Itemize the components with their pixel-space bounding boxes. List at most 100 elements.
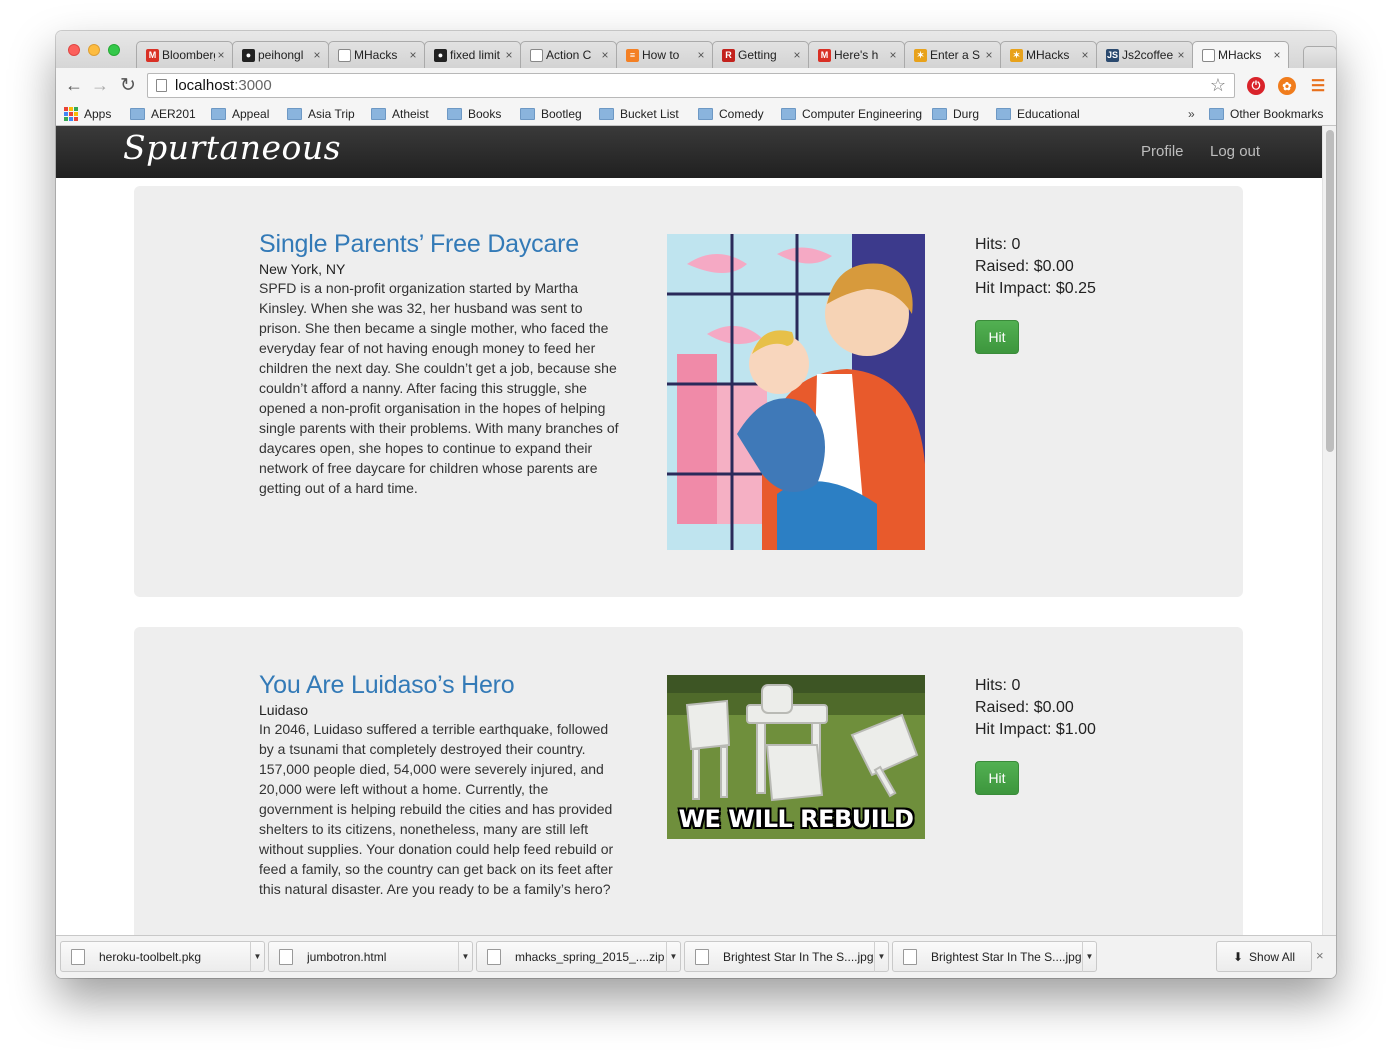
hits-count: Hits: 0: [975, 236, 1021, 253]
back-arrow-icon[interactable]: ←: [63, 74, 85, 96]
bookmark-comedy[interactable]: Comedy: [698, 107, 764, 121]
browser-tab[interactable]: Action C ×: [520, 41, 617, 68]
close-tab-icon[interactable]: ×: [503, 48, 515, 62]
scrollbar-thumb[interactable]: [1326, 130, 1334, 452]
close-tab-icon[interactable]: ×: [215, 48, 227, 62]
raised-amount: Raised: $0.00: [975, 258, 1074, 275]
zoom-window-button[interactable]: [108, 44, 120, 56]
close-tab-icon[interactable]: ×: [983, 48, 995, 62]
page-icon: [1202, 48, 1215, 62]
tab-title: Enter a S: [930, 48, 981, 62]
bookmark-appeal[interactable]: Appeal: [211, 107, 269, 121]
campaign-title[interactable]: Single Parents’ Free Daycare: [259, 230, 579, 259]
campaign-image: WE WILL REBUILD: [667, 675, 925, 839]
tab-title: Here's h: [834, 48, 879, 62]
bookmark-books[interactable]: Books: [447, 107, 501, 121]
bookmark-atheist[interactable]: Atheist: [371, 107, 429, 121]
browser-tab[interactable]: ● peihongl ×: [232, 41, 329, 68]
gmail-icon: M: [818, 48, 831, 62]
tab-title: How to: [642, 48, 680, 62]
bookmark-educational[interactable]: Educational: [996, 107, 1080, 121]
folder-icon: [1209, 108, 1224, 120]
folder-icon: [447, 108, 462, 120]
download-menu-chevron-icon[interactable]: ▼: [666, 941, 680, 972]
bookmark-star-icon[interactable]: ☆: [1210, 75, 1226, 96]
browser-tab[interactable]: M Here's h ×: [808, 41, 905, 68]
bookmarks-bar: » Other Bookmarks Apps AER201 Appeal Asia T…: [56, 104, 1336, 126]
new-tab-button[interactable]: [1303, 46, 1336, 68]
bookmark-bootleg[interactable]: Bootleg: [520, 107, 582, 121]
close-tab-icon[interactable]: ×: [1271, 48, 1283, 62]
close-window-button[interactable]: [68, 44, 80, 56]
rails-icon: R: [722, 48, 735, 62]
bookmark-asia-trip[interactable]: Asia Trip: [287, 107, 355, 121]
tab-title: Bloomberg: [162, 48, 215, 62]
file-icon: [903, 948, 917, 965]
download-item[interactable]: Brightest Star In The S....jpg ▼: [892, 941, 1097, 972]
download-filename: mhacks_spring_2015_....zip: [515, 949, 665, 964]
hit-button[interactable]: Hit: [975, 320, 1019, 354]
browser-tab[interactable]: M Bloomberg ×: [136, 41, 233, 68]
bookmark-other-bookmarks[interactable]: Other Bookmarks: [1209, 107, 1323, 121]
bookmark-computer-engineering[interactable]: Computer Engineering: [781, 107, 934, 121]
bookmark-aer201[interactable]: AER201: [130, 107, 196, 121]
browser-tab[interactable]: ≡ How to ×: [616, 41, 713, 68]
download-item[interactable]: jumbotron.html ▼: [268, 941, 473, 972]
folder-icon: [130, 108, 145, 120]
bookmark-apps[interactable]: Apps: [64, 107, 111, 121]
profile-link[interactable]: Profile: [1141, 143, 1184, 160]
reload-icon[interactable]: ↻: [117, 74, 139, 96]
browser-tab[interactable]: ✶ Enter a S ×: [904, 41, 1001, 68]
download-menu-chevron-icon[interactable]: ▼: [1082, 941, 1096, 972]
bookmark-bucket-list[interactable]: Bucket List: [599, 107, 679, 121]
file-icon: [487, 948, 501, 965]
download-item[interactable]: heroku-toolbelt.pkg ▼: [60, 941, 265, 972]
folder-icon: [781, 108, 796, 120]
logout-link[interactable]: Log out: [1210, 143, 1260, 160]
campaign-title[interactable]: You Are Luidaso’s Hero: [259, 671, 515, 700]
js2coffee-icon: JS: [1106, 48, 1119, 62]
close-tab-icon[interactable]: ×: [791, 48, 803, 62]
minimize-window-button[interactable]: [88, 44, 100, 56]
close-tab-icon[interactable]: ×: [1175, 48, 1187, 62]
close-tab-icon[interactable]: ×: [887, 48, 899, 62]
adblock-extension-icon[interactable]: ⏻: [1247, 77, 1265, 95]
browser-tab[interactable]: MHacks ×: [1192, 41, 1289, 68]
bookmarks-overflow-icon[interactable]: »: [1188, 107, 1195, 121]
raised-amount: Raised: $0.00: [975, 699, 1074, 716]
close-tab-icon[interactable]: ×: [695, 48, 707, 62]
brand-logo[interactable]: Spurtaneous: [123, 128, 341, 167]
download-menu-chevron-icon[interactable]: ▼: [874, 941, 888, 972]
browser-tab[interactable]: MHacks ×: [328, 41, 425, 68]
close-tab-icon[interactable]: ×: [407, 48, 419, 62]
close-tab-icon[interactable]: ×: [599, 48, 611, 62]
download-filename: jumbotron.html: [307, 949, 387, 964]
browser-tab[interactable]: ● fixed limit ×: [424, 41, 521, 68]
menu-icon[interactable]: ☰: [1309, 77, 1327, 95]
download-menu-chevron-icon[interactable]: ▼: [250, 941, 264, 972]
address-bar[interactable]: localhost:3000 ☆: [147, 73, 1235, 98]
tab-title: MHacks: [1026, 48, 1070, 62]
show-all-downloads-button[interactable]: ⬇ Show All: [1216, 941, 1312, 972]
bookmark-durg[interactable]: Durg: [932, 107, 979, 121]
vertical-scrollbar[interactable]: [1322, 126, 1336, 935]
browser-tab[interactable]: R Getting ×: [712, 41, 809, 68]
close-downloads-icon[interactable]: ×: [1316, 948, 1324, 963]
download-item[interactable]: mhacks_spring_2015_....zip ▼: [476, 941, 681, 972]
campaign-description: In 2046, Luidaso suffered a terrible ear…: [259, 721, 614, 897]
github-icon: ●: [242, 48, 255, 62]
browser-tab[interactable]: JS Js2coffee ×: [1096, 41, 1193, 68]
download-item[interactable]: Brightest Star In The S....jpg ▼: [684, 941, 889, 972]
app-navbar: Spurtaneous Profile Log out: [56, 126, 1322, 178]
download-menu-chevron-icon[interactable]: ▼: [458, 941, 472, 972]
firebug-extension-icon[interactable]: ✿: [1278, 77, 1296, 95]
tab-title: MHacks: [1218, 48, 1262, 62]
browser-tab[interactable]: ✶ MHacks ×: [1000, 41, 1097, 68]
hit-button[interactable]: Hit: [975, 761, 1019, 795]
close-tab-icon[interactable]: ×: [311, 48, 323, 62]
download-filename: Brightest Star In The S....jpg: [723, 949, 874, 964]
tab-title: Action C: [546, 48, 592, 62]
campaign-image: [667, 234, 925, 550]
close-tab-icon[interactable]: ×: [1079, 48, 1091, 62]
forward-arrow-icon[interactable]: →: [89, 74, 111, 96]
